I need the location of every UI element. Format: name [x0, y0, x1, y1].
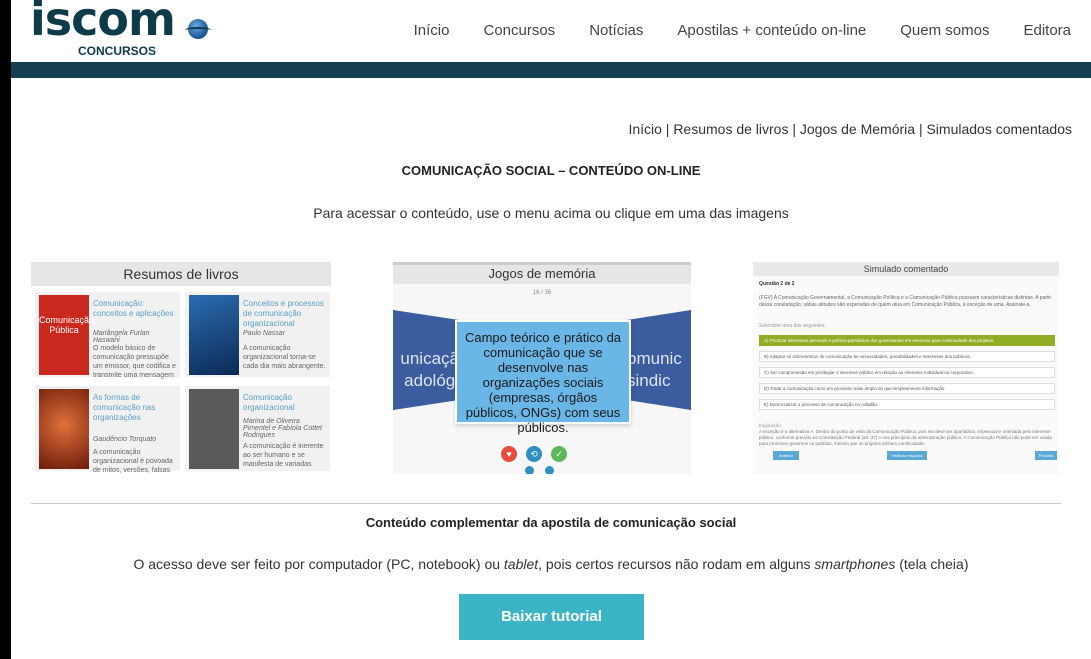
book-cover: [39, 389, 89, 469]
card-counter: 16 / 36: [532, 290, 552, 296]
option-a[interactable]: A) Priorizar interesses pessoais e polít…: [759, 335, 1055, 346]
book-item[interactable]: Comunicação organizacional Marina de Oli…: [185, 386, 330, 471]
note-italic: smartphones: [814, 556, 896, 572]
repeat-icon[interactable]: ⟲: [526, 446, 542, 462]
nav-noticias[interactable]: Notícias: [589, 22, 643, 39]
book-cover: [189, 389, 239, 469]
page: iscom CONCURSOS Início Concursos Notícia…: [11, 0, 1091, 659]
memory-actions: ♥ ⟲ ✓: [501, 446, 567, 462]
option-e[interactable]: E) Democratizar o processo de comunicaçã…: [759, 399, 1055, 410]
book-desc: A comunicação é inerente ao ser humano e…: [243, 443, 324, 468]
book-item[interactable]: As formas de comunicação nas organizaçõe…: [35, 386, 180, 474]
download-tutorial-button[interactable]: Baixar tutorial: [459, 594, 644, 640]
memory-card-left-text: unicaçã adológi: [400, 349, 459, 390]
globe-icon: [185, 19, 211, 39]
book-item[interactable]: Conceitos e processos de comunicação org…: [185, 292, 330, 377]
heart-icon[interactable]: ♥: [501, 446, 517, 462]
logo-word: iscom: [30, 0, 176, 46]
nav-inicio[interactable]: Início: [414, 22, 450, 39]
thumbs-up-icon[interactable]: ✓: [551, 446, 567, 462]
book-title[interactable]: Comunicação: conceitos e aplicações: [93, 299, 177, 319]
book-desc: O modelo básico de comunicação pressupõe…: [93, 345, 176, 379]
nav-concursos[interactable]: Concursos: [483, 22, 555, 39]
book-author: Mariângela Furlan Haswani: [93, 330, 150, 344]
book-title[interactable]: Conceitos e processos de comunicação org…: [243, 299, 327, 329]
book-author: Paulo Nassar: [243, 330, 286, 337]
option-c[interactable]: C) Ser comprometida em privilegiar o int…: [759, 367, 1055, 378]
book-cover: [189, 295, 239, 375]
memory-card-left[interactable]: unicaçã adológi: [393, 310, 459, 410]
select-label: Selecione uma das seguintes:: [759, 323, 826, 329]
page-title: COMUNICAÇÃO SOCIAL – CONTEÚDO ON-LINE: [401, 163, 701, 178]
header-band: [11, 62, 1091, 78]
nav-quem-somos[interactable]: Quem somos: [900, 22, 989, 39]
page-subtitle: Para acessar o conteúdo, use o menu acim…: [313, 205, 789, 221]
logo-subtitle: CONCURSOS: [78, 44, 157, 58]
book-cover: Comunicação Pública: [39, 295, 95, 375]
previous-button[interactable]: Anterior: [773, 451, 799, 460]
site-header: iscom CONCURSOS Início Concursos Notícia…: [11, 0, 1091, 62]
simulado-heading: Simulado comentado: [753, 262, 1059, 276]
option-d[interactable]: D) Tratar a comunicação como um processo…: [759, 383, 1055, 394]
jogos-heading: Jogos de memória: [393, 262, 691, 284]
note-text: , pois certos recursos não rodam em algu…: [538, 556, 815, 572]
question-text: (FGV) A Comunicação Governamental, a Com…: [759, 295, 1052, 308]
memory-card-right-text: omunic sindic: [627, 349, 682, 390]
explanation-text: A exceção é a alternativa A. Dentro do p…: [759, 429, 1052, 446]
resumos-card[interactable]: Resumos de livros Comunicação Pública Co…: [31, 262, 331, 474]
divider: [31, 503, 1061, 504]
book-item[interactable]: Comunicação Pública Comunicação: conceit…: [35, 292, 180, 379]
prev-dot-icon[interactable]: [525, 466, 534, 474]
jogos-card[interactable]: Jogos de memória 16 / 36 unicaçã adológi…: [393, 262, 691, 474]
note-text: (tela cheia): [895, 556, 969, 572]
book-title[interactable]: Comunicação organizacional: [243, 393, 327, 413]
breadcrumb[interactable]: Início | Resumos de livros | Jogos de Me…: [628, 121, 1072, 137]
access-note: O acesso deve ser feito por computador (…: [11, 556, 1091, 572]
book-author: Marina de Oliveira Pimentel e Fabíola Co…: [243, 418, 322, 439]
next-button[interactable]: Próxima: [1035, 451, 1057, 460]
next-dot-icon[interactable]: [545, 466, 554, 474]
book-title[interactable]: As formas de comunicação nas organizaçõe…: [93, 393, 177, 423]
option-b[interactable]: B) Adaptar os instrumentos de comunicaçã…: [759, 351, 1055, 362]
nav-editora[interactable]: Editora: [1023, 22, 1071, 39]
question-label: Questão 2 de 2: [759, 281, 795, 287]
memory-card-right[interactable]: omunic sindic: [627, 310, 691, 410]
book-cover-text: Comunicação Pública: [39, 315, 95, 335]
nav-apostilas[interactable]: Apostilas + conteúdo on-line: [677, 22, 866, 39]
logo[interactable]: iscom CONCURSOS: [30, 0, 230, 60]
resumos-heading: Resumos de livros: [31, 262, 331, 286]
note-text: O acesso deve ser feito por computador (…: [133, 556, 504, 572]
explanation: Explicação A exceção é a alternativa A. …: [759, 423, 1055, 447]
note-italic: tablet: [503, 556, 539, 572]
main-nav: Início Concursos Notícias Apostilas + co…: [380, 22, 1071, 39]
memory-card-center[interactable]: Campo teórico e prático da comunicação q…: [455, 320, 631, 435]
simulado-card[interactable]: Simulado comentado Questão 2 de 2 (FGV) …: [753, 262, 1059, 474]
complementary-title: Conteúdo complementar da apostila de com…: [365, 515, 737, 530]
book-desc: A comunicação organizacional é povoada d…: [93, 449, 173, 474]
book-author: Gaudêncio Torquato: [93, 436, 157, 443]
check-answer-button[interactable]: Verificar resposta: [887, 451, 927, 460]
memory-nav: [525, 466, 554, 474]
book-desc: A comunicação organizacional torna-se ca…: [243, 345, 326, 370]
